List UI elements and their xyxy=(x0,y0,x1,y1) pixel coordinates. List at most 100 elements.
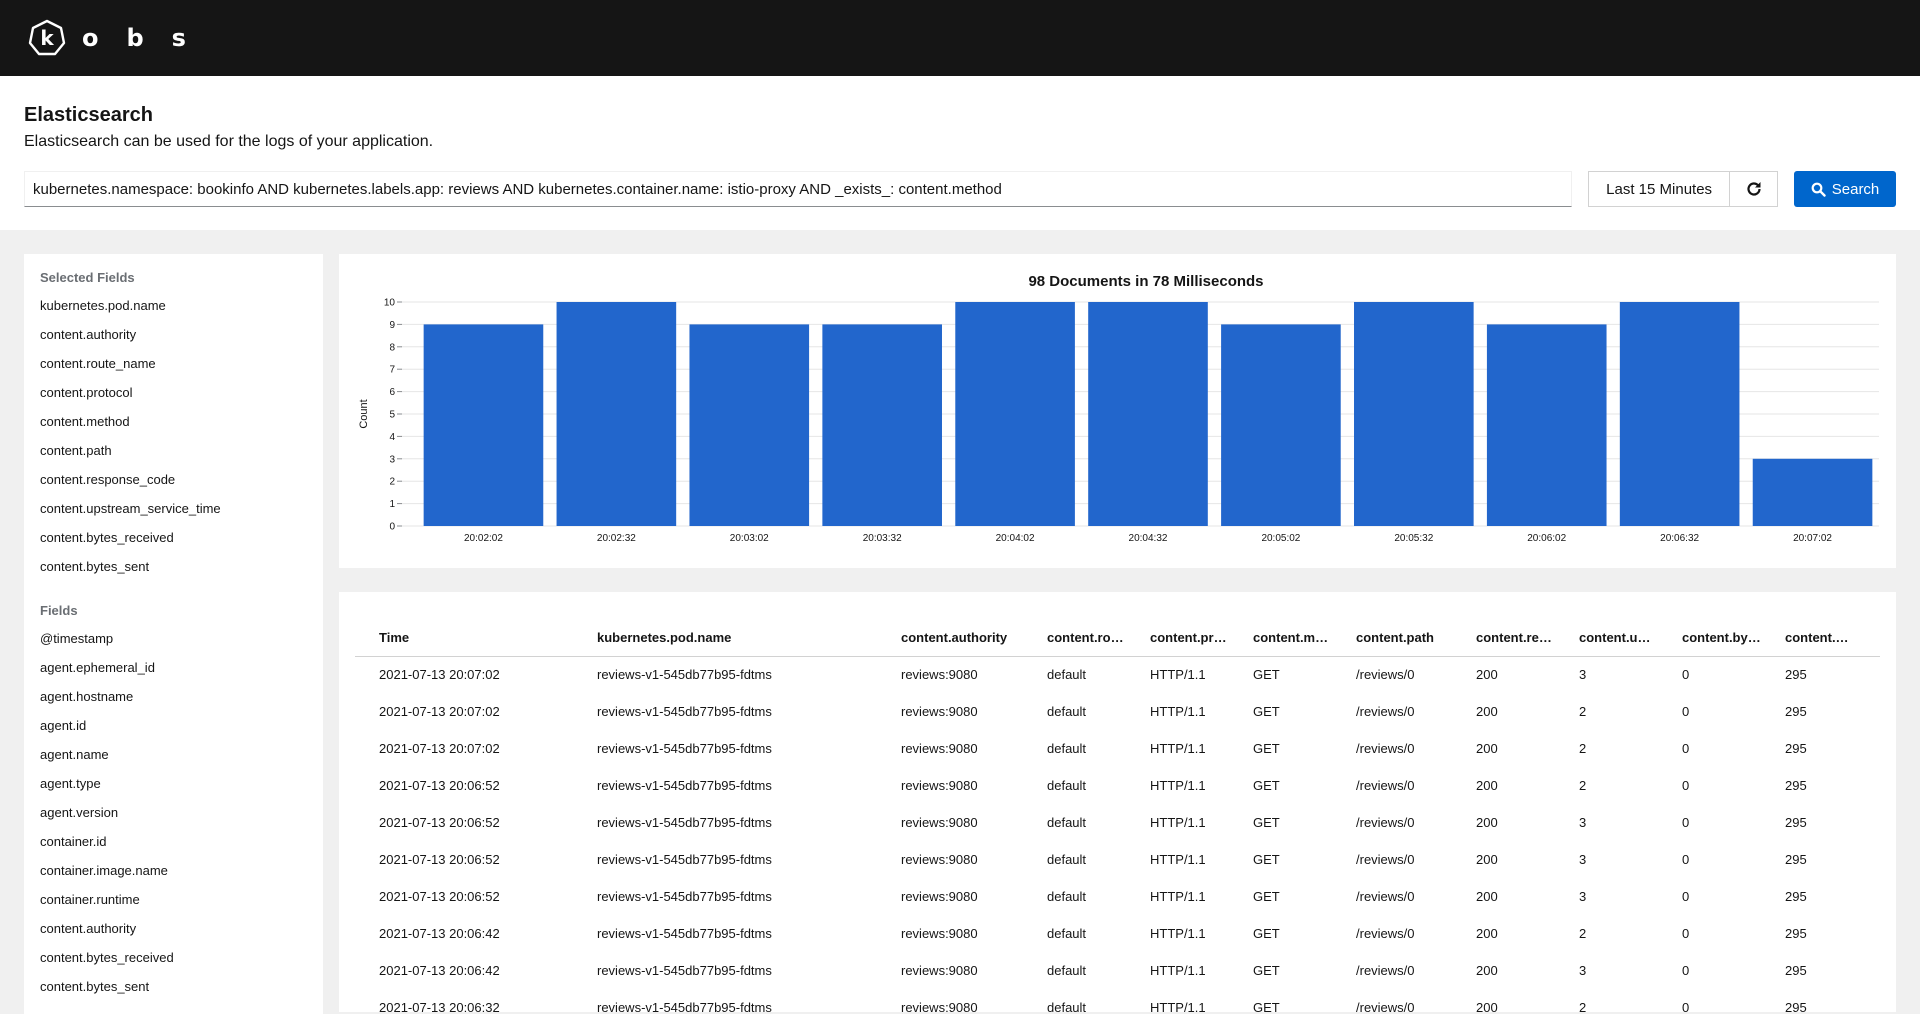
column-header[interactable]: kubernetes.pod.name xyxy=(573,620,877,656)
table-row[interactable]: 2021-07-13 20:06:42reviews-v1-545db77b95… xyxy=(355,952,1880,989)
field-item[interactable]: container.id xyxy=(40,827,307,856)
table-cell: 200 xyxy=(1452,656,1555,693)
table-cell: 0 xyxy=(1658,804,1761,841)
refresh-icon xyxy=(1746,181,1762,197)
table-cell: /reviews/0 xyxy=(1332,878,1452,915)
selected-field-item[interactable]: content.authority xyxy=(40,320,307,349)
table-cell: 200 xyxy=(1452,693,1555,730)
table-row[interactable]: 2021-07-13 20:07:02reviews-v1-545db77b95… xyxy=(355,656,1880,693)
chart-x-tick-label: 20:04:02 xyxy=(996,533,1035,544)
chart-bar xyxy=(689,324,809,526)
table-cell: 295 xyxy=(1761,804,1880,841)
chart-y-tick-label: 1 xyxy=(389,499,395,510)
table-cell: 2021-07-13 20:06:42 xyxy=(355,915,573,952)
chart-y-axis-label: Count xyxy=(358,399,370,428)
column-header[interactable]: content.authority xyxy=(877,620,1023,656)
refresh-button[interactable] xyxy=(1730,171,1778,207)
search-button[interactable]: Search xyxy=(1794,171,1896,207)
field-item[interactable]: container.image.name xyxy=(40,856,307,885)
table-cell: HTTP/1.1 xyxy=(1126,693,1229,730)
table-cell: reviews-v1-545db77b95-fdtms xyxy=(573,656,877,693)
table-cell: reviews:9080 xyxy=(877,804,1023,841)
table-cell: reviews:9080 xyxy=(877,730,1023,767)
time-range-button[interactable]: Last 15 Minutes xyxy=(1588,171,1730,207)
field-item[interactable]: agent.type xyxy=(40,769,307,798)
table-cell: 3 xyxy=(1555,841,1658,878)
table-row[interactable]: 2021-07-13 20:06:42reviews-v1-545db77b95… xyxy=(355,915,1880,952)
table-row[interactable]: 2021-07-13 20:06:52reviews-v1-545db77b95… xyxy=(355,878,1880,915)
table-cell: 0 xyxy=(1658,952,1761,989)
selected-field-item[interactable]: content.route_name xyxy=(40,349,307,378)
column-header[interactable]: content.rou… xyxy=(1023,620,1126,656)
column-header[interactable]: content.res… xyxy=(1452,620,1555,656)
selected-fields-list: kubernetes.pod.namecontent.authoritycont… xyxy=(40,291,307,581)
field-item[interactable]: container.runtime xyxy=(40,885,307,914)
field-item[interactable]: agent.name xyxy=(40,740,307,769)
table-cell: 200 xyxy=(1452,804,1555,841)
page-description: Elasticsearch can be used for the logs o… xyxy=(24,133,1896,151)
page-title: Elasticsearch xyxy=(24,104,1896,127)
field-item[interactable]: agent.hostname xyxy=(40,682,307,711)
kobs-logo-icon: k xyxy=(28,19,66,57)
table-cell: 295 xyxy=(1761,915,1880,952)
column-header[interactable]: content.byt… xyxy=(1658,620,1761,656)
table-cell: HTTP/1.1 xyxy=(1126,841,1229,878)
field-item[interactable]: content.authority xyxy=(40,914,307,943)
field-item[interactable]: agent.id xyxy=(40,711,307,740)
table-row[interactable]: 2021-07-13 20:06:52reviews-v1-545db77b95… xyxy=(355,841,1880,878)
table-cell: 295 xyxy=(1761,656,1880,693)
selected-field-item[interactable]: content.response_code xyxy=(40,465,307,494)
field-item[interactable]: @timestamp xyxy=(40,624,307,653)
selected-field-item[interactable]: content.upstream_service_time xyxy=(40,494,307,523)
table-cell: /reviews/0 xyxy=(1332,804,1452,841)
table-cell: reviews:9080 xyxy=(877,952,1023,989)
column-header[interactable]: Time xyxy=(355,620,573,656)
selected-field-item[interactable]: content.method xyxy=(40,407,307,436)
table-cell: 0 xyxy=(1658,767,1761,804)
column-header[interactable]: content.pro… xyxy=(1126,620,1229,656)
table-cell: reviews-v1-545db77b95-fdtms xyxy=(573,915,877,952)
field-item[interactable]: agent.version xyxy=(40,798,307,827)
table-cell: HTTP/1.1 xyxy=(1126,730,1229,767)
selected-field-item[interactable]: content.protocol xyxy=(40,378,307,407)
table-cell: /reviews/0 xyxy=(1332,693,1452,730)
chart-y-tick-label: 3 xyxy=(389,454,395,465)
table-row[interactable]: 2021-07-13 20:07:02reviews-v1-545db77b95… xyxy=(355,730,1880,767)
chart-title: 98 Documents in 78 Milliseconds xyxy=(1028,273,1263,290)
column-header[interactable]: content.up… xyxy=(1555,620,1658,656)
table-cell: 3 xyxy=(1555,656,1658,693)
selected-field-item[interactable]: content.path xyxy=(40,436,307,465)
table-cell: 0 xyxy=(1658,693,1761,730)
chart-y-tick-label: 0 xyxy=(389,522,395,533)
field-item[interactable]: agent.ephemeral_id xyxy=(40,653,307,682)
column-header[interactable]: content.me… xyxy=(1229,620,1332,656)
chart-bar xyxy=(1753,459,1873,526)
selected-field-item[interactable]: content.bytes_received xyxy=(40,523,307,552)
column-header[interactable]: content.path xyxy=(1332,620,1452,656)
app-name: obs xyxy=(82,24,214,52)
chart-x-tick-label: 20:06:02 xyxy=(1527,533,1566,544)
table-row[interactable]: 2021-07-13 20:06:52reviews-v1-545db77b95… xyxy=(355,767,1880,804)
chart-bar xyxy=(1354,302,1474,526)
field-item[interactable]: content.bytes_received xyxy=(40,943,307,972)
fields-list: @timestampagent.ephemeral_idagent.hostna… xyxy=(40,624,307,1001)
selected-field-item[interactable]: content.bytes_sent xyxy=(40,552,307,581)
histogram-chart: 98 Documents in 78 MillisecondsCount0123… xyxy=(339,254,1896,568)
table-cell: 0 xyxy=(1658,841,1761,878)
table-cell: default xyxy=(1023,952,1126,989)
table-cell: reviews-v1-545db77b95-fdtms xyxy=(573,952,877,989)
chart-bar xyxy=(424,324,544,526)
table-cell: default xyxy=(1023,915,1126,952)
table-cell: 295 xyxy=(1761,693,1880,730)
table-cell: 3 xyxy=(1555,952,1658,989)
chart-bar xyxy=(955,302,1075,526)
column-header[interactable]: content.… xyxy=(1761,620,1880,656)
selected-field-item[interactable]: kubernetes.pod.name xyxy=(40,291,307,320)
query-input[interactable] xyxy=(24,171,1572,207)
table-row[interactable]: 2021-07-13 20:06:52reviews-v1-545db77b95… xyxy=(355,804,1880,841)
table-row[interactable]: 2021-07-13 20:07:02reviews-v1-545db77b95… xyxy=(355,693,1880,730)
app-logo[interactable]: k obs xyxy=(28,19,214,57)
table-cell: HTTP/1.1 xyxy=(1126,656,1229,693)
field-item[interactable]: content.bytes_sent xyxy=(40,972,307,1001)
table-cell: reviews-v1-545db77b95-fdtms xyxy=(573,767,877,804)
